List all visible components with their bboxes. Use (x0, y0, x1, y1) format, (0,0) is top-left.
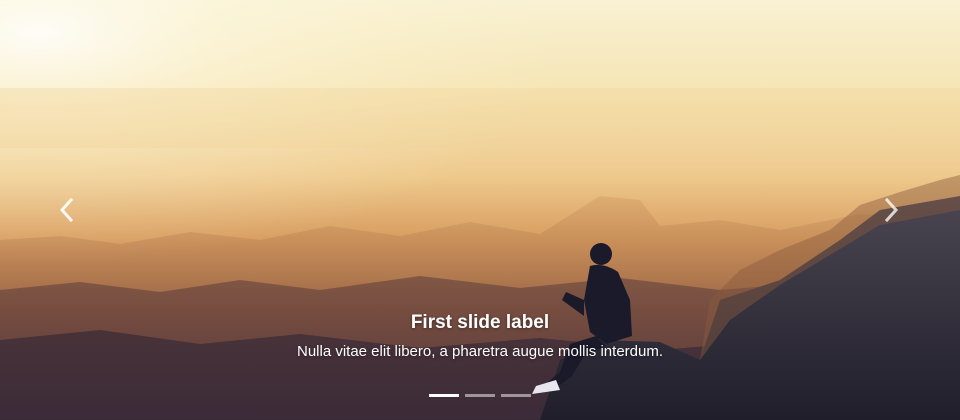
indicator-slide-1[interactable] (429, 394, 459, 397)
indicator-slide-2[interactable] (465, 394, 495, 397)
chevron-left-icon (59, 197, 74, 223)
slide-caption-title: First slide label (410, 312, 550, 333)
carousel-indicators (0, 394, 960, 397)
slide-caption-text: Nulla vitae elit libero, a pharetra augu… (296, 343, 664, 360)
image-carousel: First slide label Nulla vitae elit liber… (0, 0, 960, 420)
indicator-slide-3[interactable] (501, 394, 531, 397)
chevron-right-icon (884, 197, 899, 223)
slide-caption: First slide label Nulla vitae elit liber… (0, 308, 960, 363)
